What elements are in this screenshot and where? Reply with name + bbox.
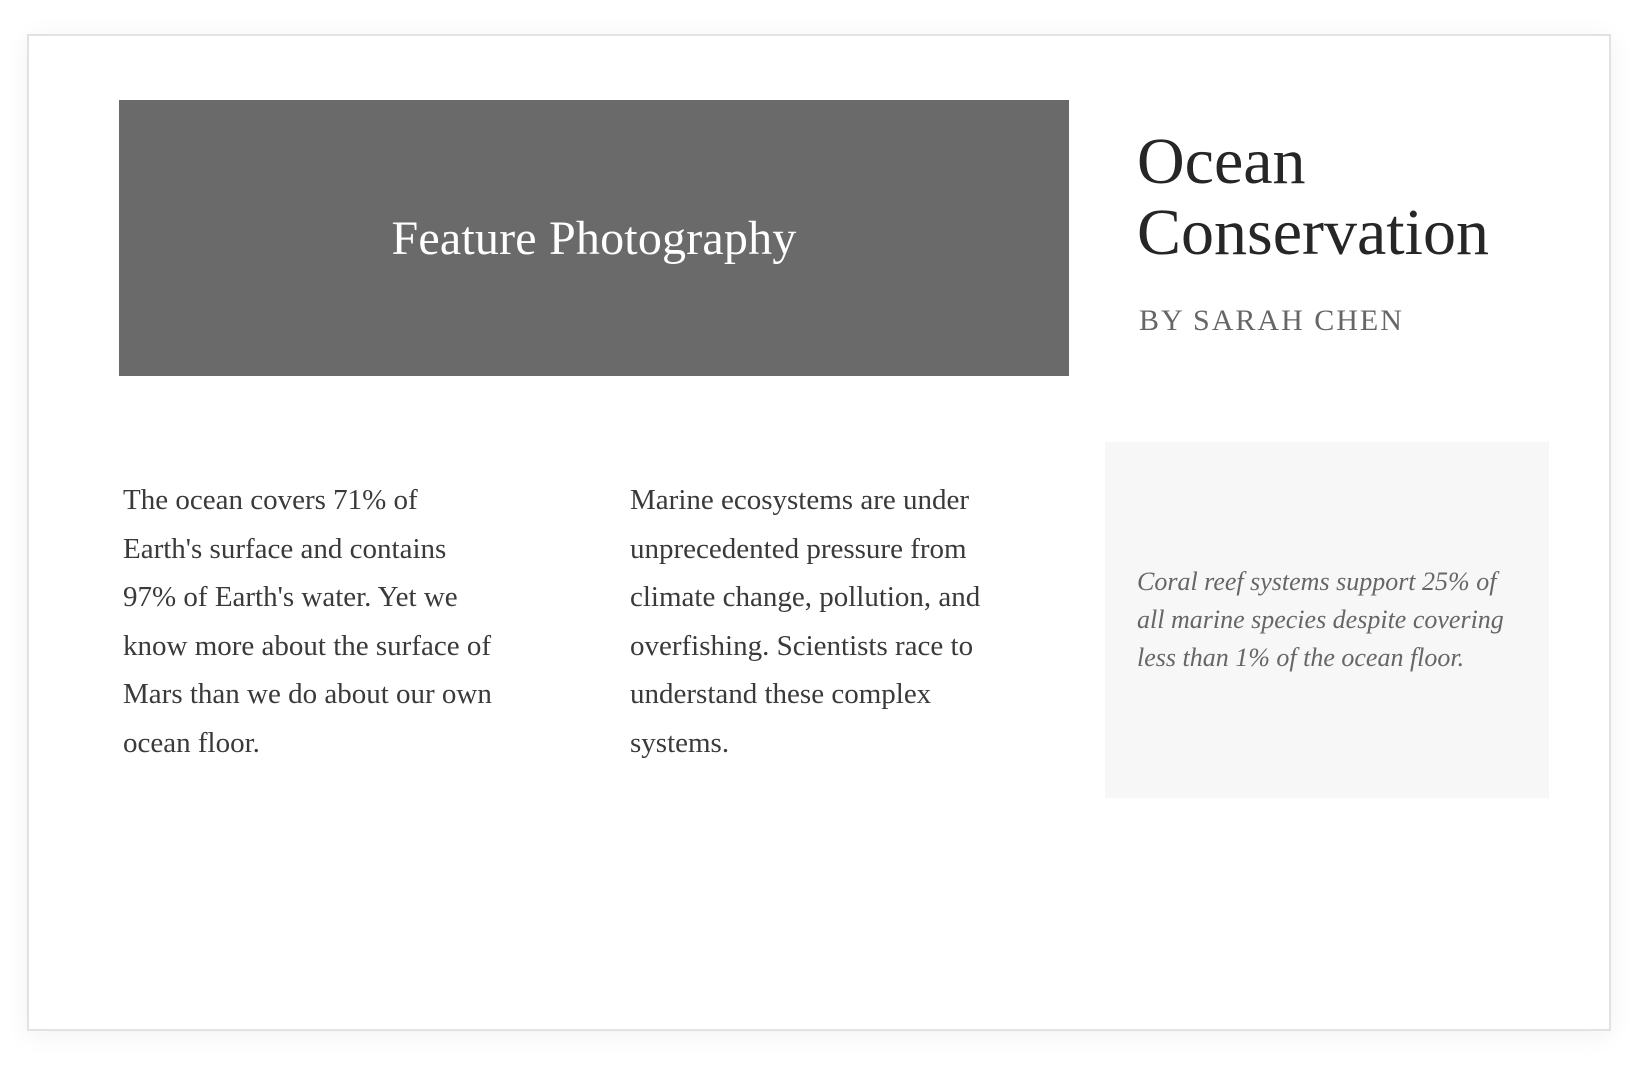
feature-photo-placeholder: Feature Photography bbox=[119, 100, 1069, 376]
feature-photo-label: Feature Photography bbox=[391, 211, 797, 265]
article-page: Feature Photography Ocean Conservation B… bbox=[27, 34, 1611, 1031]
body-column-1: The ocean covers 71% of Earth's surface … bbox=[123, 484, 492, 759]
sidebar-callout: Coral reef systems support 25% of all ma… bbox=[1105, 442, 1549, 798]
article-byline: BY SARAH CHEN bbox=[1139, 304, 1404, 337]
article-title: Ocean Conservation bbox=[1137, 125, 1489, 269]
body-column-2: Marine ecosystems are under unprecedente… bbox=[630, 484, 981, 759]
sidebar-quote: Coral reef systems support 25% of all ma… bbox=[1137, 567, 1504, 672]
